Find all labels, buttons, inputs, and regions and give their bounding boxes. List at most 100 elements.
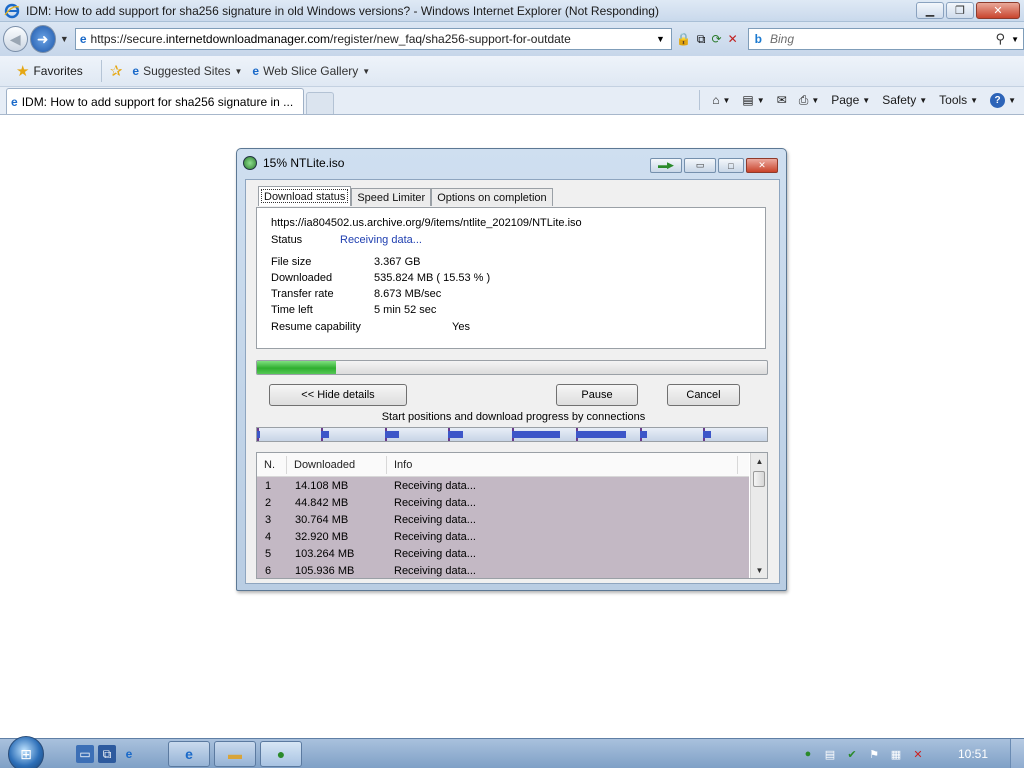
arrow-right-icon: ▬▶ bbox=[658, 160, 674, 170]
favorites-bar: ★ Favorites ✰ e Suggested Sites ▼ e Web … bbox=[0, 56, 1024, 87]
search-dropdown-icon[interactable]: ▼ bbox=[1011, 35, 1023, 44]
table-row[interactable]: 4 32.920 MB Receiving data... bbox=[257, 528, 749, 545]
read-mail-button[interactable]: ✉ bbox=[777, 93, 787, 107]
page-ie-icon: e bbox=[79, 32, 87, 46]
cell-info: Receiving data... bbox=[394, 480, 476, 492]
cell-n: 2 bbox=[265, 497, 272, 509]
show-desktop-button[interactable] bbox=[1010, 739, 1024, 768]
ie-quicklaunch-icon[interactable]: e bbox=[120, 745, 138, 763]
address-url: https://secure.internetdownloadmanager.c… bbox=[91, 32, 651, 46]
url-prefix: https://secure. bbox=[90, 32, 166, 46]
table-row[interactable]: 2 44.842 MB Receiving data... bbox=[257, 494, 749, 511]
address-dropdown-icon[interactable]: ▼ bbox=[650, 34, 671, 44]
tab-download-status[interactable]: Download status bbox=[258, 186, 352, 206]
command-separator bbox=[699, 90, 701, 110]
connection-progress-fill bbox=[448, 431, 464, 438]
column-header-downloaded[interactable]: Downloaded bbox=[294, 459, 355, 471]
table-row[interactable]: 5 103.264 MB Receiving data... bbox=[257, 545, 749, 562]
hide-details-button[interactable]: << Hide details bbox=[269, 384, 407, 406]
action-center-flag-icon[interactable]: ⚑ bbox=[866, 746, 882, 762]
taskbar-explorer-button[interactable]: ▬ bbox=[214, 741, 256, 767]
security-shield-icon[interactable]: ✔ bbox=[844, 746, 860, 762]
show-desktop-quicklaunch-icon[interactable]: ▭ bbox=[76, 745, 94, 763]
help-icon: ? bbox=[990, 92, 1006, 108]
refresh-icon[interactable]: ⟳ bbox=[712, 32, 722, 46]
pause-button[interactable]: Pause bbox=[556, 384, 638, 406]
tools-menu[interactable]: Tools ▼ bbox=[939, 93, 978, 107]
back-button[interactable]: ◀ bbox=[3, 26, 28, 52]
connection-segment bbox=[384, 428, 449, 441]
start-button[interactable]: ⊞ bbox=[8, 736, 44, 768]
cancel-button[interactable]: Cancel bbox=[667, 384, 740, 406]
help-button[interactable]: ? ▼ bbox=[990, 92, 1016, 108]
dialog-tabs: Download status Speed Limiter Options on… bbox=[258, 186, 553, 206]
cell-n: 5 bbox=[265, 548, 272, 560]
search-field[interactable]: b Bing ⚲ ▼ bbox=[747, 28, 1024, 50]
favorites-button[interactable]: ★ Favorites bbox=[16, 62, 83, 80]
close-window-button[interactable]: ✕ bbox=[976, 2, 1020, 19]
forward-button[interactable]: ➜ bbox=[29, 25, 56, 53]
suggested-sites-link[interactable]: e Suggested Sites ▼ bbox=[132, 64, 242, 78]
field-label: Time left bbox=[271, 304, 313, 316]
table-row[interactable]: 3 30.764 MB Receiving data... bbox=[257, 511, 749, 528]
taskbar-clock[interactable]: 10:51 bbox=[958, 747, 988, 761]
dialog-hide-button[interactable]: ▬▶ bbox=[650, 158, 682, 173]
rss-feed-icon: ▤ bbox=[742, 93, 754, 107]
document-tray-icon[interactable]: ▤ bbox=[822, 746, 838, 762]
connection-segment bbox=[639, 428, 704, 441]
idm-globe-icon bbox=[243, 156, 257, 170]
column-header-n[interactable]: N. bbox=[264, 459, 275, 471]
scroll-thumb[interactable] bbox=[753, 471, 765, 487]
tab-ie-icon: e bbox=[11, 94, 18, 109]
address-field[interactable]: e https://secure.internetdownloadmanager… bbox=[74, 28, 672, 50]
minimize-button[interactable]: ▁ bbox=[916, 2, 944, 19]
transfer-rate-row: Transfer rate 8.673 MB/sec bbox=[271, 288, 441, 300]
close-icon: ✕ bbox=[758, 160, 766, 170]
lock-icon[interactable]: 🔒 bbox=[676, 32, 691, 46]
dialog-minimize-button[interactable]: ▭ bbox=[684, 158, 716, 173]
stop-icon[interactable]: ✕ bbox=[728, 32, 738, 46]
search-icon[interactable]: ⚲ bbox=[996, 31, 1012, 47]
tools-menu-label: Tools bbox=[939, 93, 968, 107]
chevron-down-icon: ▼ bbox=[234, 66, 243, 76]
taskbar-idm-button[interactable]: ● bbox=[260, 741, 302, 767]
recent-pages-dropdown[interactable]: ▼ bbox=[60, 34, 69, 44]
transfer-rate-value: 8.673 MB/sec bbox=[374, 288, 442, 300]
switch-windows-icon[interactable]: ⧉ bbox=[98, 745, 116, 763]
page-menu[interactable]: Page ▼ bbox=[831, 93, 870, 107]
feeds-button[interactable]: ▤ ▼ bbox=[742, 93, 764, 107]
restore-button[interactable]: ❐ bbox=[946, 2, 974, 19]
column-header-info[interactable]: Info bbox=[394, 459, 412, 471]
browser-title-bar: IDM: How to add support for sha256 signa… bbox=[0, 0, 1024, 22]
tab-options-on-completion[interactable]: Options on completion bbox=[431, 188, 553, 206]
taskbar-ie-button[interactable]: e bbox=[168, 741, 210, 767]
scroll-down-icon[interactable]: ▼ bbox=[751, 562, 767, 578]
scroll-up-icon[interactable]: ▲ bbox=[751, 453, 767, 469]
print-button[interactable]: ⎙ ▼ bbox=[799, 93, 820, 108]
windows-logo-icon: ⊞ bbox=[20, 745, 32, 762]
status-row: Status Receiving data... bbox=[271, 234, 422, 246]
home-button[interactable]: ⌂ ▼ bbox=[712, 93, 730, 107]
web-slice-gallery-link[interactable]: e Web Slice Gallery ▼ bbox=[252, 64, 370, 78]
safety-menu[interactable]: Safety ▼ bbox=[882, 93, 927, 107]
connection-progress-fill bbox=[703, 431, 712, 438]
network-icon[interactable]: ▦ bbox=[888, 746, 904, 762]
cell-downloaded: 32.920 MB bbox=[295, 531, 349, 543]
new-tab-button[interactable] bbox=[306, 92, 334, 114]
dialog-close-button[interactable]: ✕ bbox=[746, 158, 778, 173]
idm-tray-icon[interactable]: ● bbox=[800, 746, 816, 762]
add-favorite-icon[interactable]: ✰ bbox=[110, 62, 123, 80]
folder-icon: ▬ bbox=[228, 746, 242, 762]
table-row[interactable]: 1 14.108 MB Receiving data... bbox=[257, 477, 749, 494]
tab-current-page[interactable]: e IDM: How to add support for sha256 sig… bbox=[6, 88, 304, 114]
connections-scrollbar[interactable]: ▲ ▼ bbox=[750, 453, 767, 578]
cell-info: Receiving data... bbox=[394, 548, 476, 560]
compatibility-view-icon[interactable]: ⧉ bbox=[697, 32, 706, 47]
table-row[interactable]: 6 105.936 MB Receiving data... bbox=[257, 562, 749, 578]
download-url: https://ia804502.us.archive.org/9/items/… bbox=[271, 217, 582, 229]
connection-progress-fill bbox=[575, 431, 626, 438]
dialog-maximize-button[interactable]: □ bbox=[718, 158, 744, 173]
tab-speed-limiter[interactable]: Speed Limiter bbox=[351, 188, 432, 206]
ie-logo-icon bbox=[4, 3, 20, 18]
volume-muted-icon[interactable]: ✕ bbox=[910, 746, 926, 762]
